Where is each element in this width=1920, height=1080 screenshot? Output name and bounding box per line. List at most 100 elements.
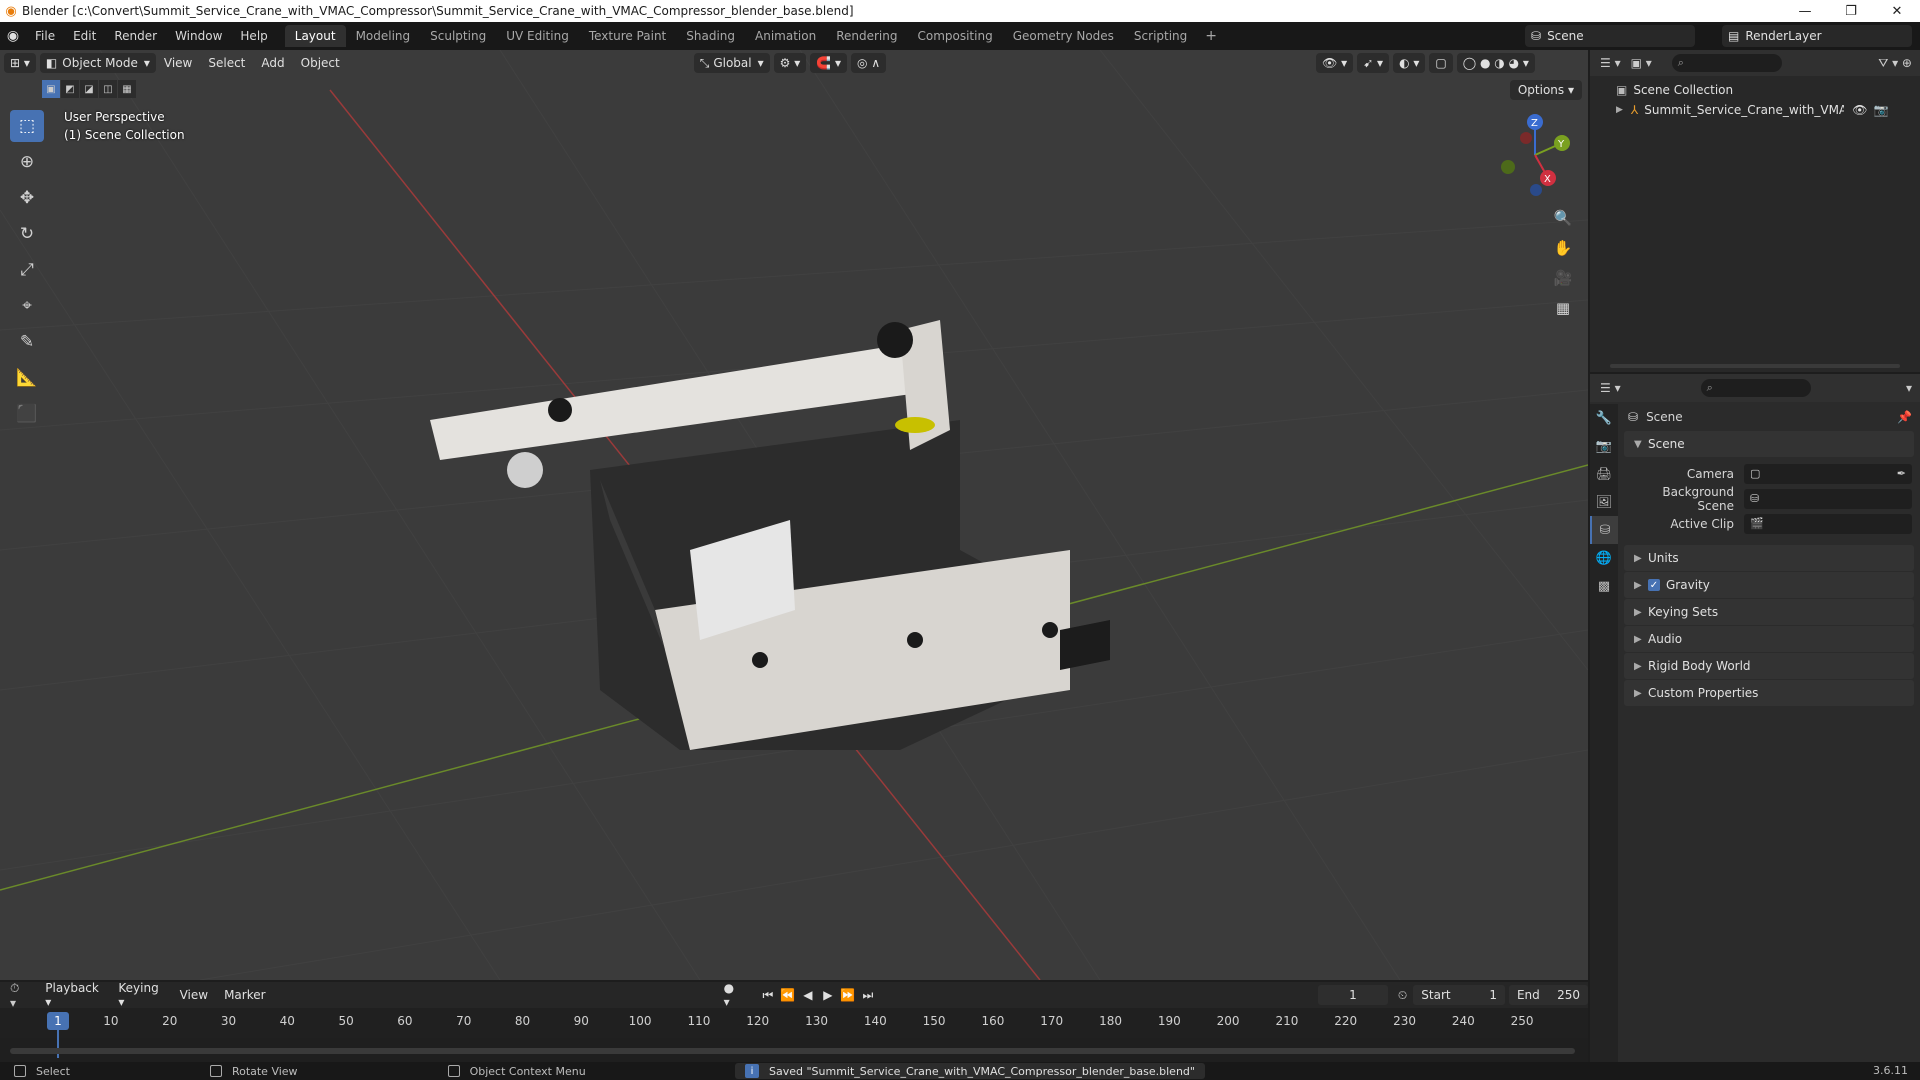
visibility-button[interactable]: 👁 ▾ [1316,53,1354,73]
gizmo-toggle-button[interactable]: ➹ ▾ [1357,53,1390,73]
overlay-toggle-button[interactable]: ◐ ▾ [1393,53,1426,73]
minimize-icon[interactable]: — [1782,0,1828,22]
options-button[interactable]: Options ▾ [1509,80,1582,100]
outliner-search-input[interactable]: ⌕ [1671,54,1782,72]
proportional-edit-button[interactable]: ◎ ∧ [851,53,887,73]
play-icon[interactable]: ▶ [818,988,838,1003]
keying-sets-panel-header[interactable]: ▶ Keying Sets [1624,599,1914,625]
move-tool-icon[interactable]: ✥ [10,182,44,214]
jump-start-icon[interactable]: ⏮ [758,988,778,1003]
tab-layout[interactable]: Layout [284,25,346,47]
eyedropper-icon[interactable]: ✒ [1897,467,1912,480]
select-invert-icon[interactable]: ◫ [99,80,117,98]
audio-panel-header[interactable]: ▶ Audio [1624,626,1914,652]
end-frame-field[interactable]: End 250 [1508,985,1589,1005]
tab-modeling[interactable]: Modeling [346,25,421,47]
viewport-menu-add[interactable]: Add [253,56,292,70]
properties-editor-type-icon[interactable]: ☰ ▾ [1590,381,1631,395]
navigation-gizmo[interactable]: Z Y X [1490,110,1580,200]
menu-window[interactable]: Window [166,22,231,50]
pivot-point-button[interactable]: ⚙ ▾ [773,53,807,73]
maximize-icon[interactable]: ❐ [1828,0,1874,22]
units-panel-header[interactable]: ▶ Units [1624,545,1914,571]
timeline-ruler[interactable]: 1 10 20 30 40 50 60 70 80 90 100 110 120 130 140 150 16… [0,1008,1588,1058]
filter-icon[interactable]: ⛛ ▾ ⊕ [1878,56,1920,71]
transform-tool-icon[interactable]: ⌖ [10,290,44,322]
texture-tab-icon[interactable]: ▩ [1590,572,1618,600]
preview-range-icon[interactable]: ⏲ [1398,988,1407,1003]
outliner-editor-type-icon[interactable]: ☰ ▾ [1590,56,1631,70]
camera-field[interactable]: ▢ ✒ [1744,463,1912,484]
camera-view-icon[interactable]: 🎥 [1550,265,1576,291]
menu-file[interactable]: File [26,22,64,50]
prev-keyframe-icon[interactable]: ⏪ [778,988,798,1003]
next-keyframe-icon[interactable]: ⏩ [838,988,858,1003]
add-workspace-icon[interactable]: + [1197,28,1225,44]
select-intersect-icon[interactable]: ▦ [118,80,136,98]
tab-geometry-nodes[interactable]: Geometry Nodes [1003,25,1124,47]
render-tab-icon[interactable]: 📷 [1590,432,1618,460]
timeline-menu-view[interactable]: View [172,988,216,1002]
properties-search-input[interactable]: ⌕ [1700,379,1811,397]
transform-orientation-selector[interactable]: ⤡ Global ▾ [693,53,770,73]
shading-modes[interactable]: ◯ ● ◑ ◕ ▾ [1456,53,1535,73]
zoom-icon[interactable]: 🔍 [1550,205,1576,231]
start-frame-field[interactable]: Start 1 [1413,985,1505,1005]
pin-icon[interactable]: 📌 [1897,410,1918,424]
tab-sculpting[interactable]: Sculpting [420,25,496,47]
snap-button[interactable]: 🧲 ▾ [810,53,848,73]
menu-render[interactable]: Render [105,22,166,50]
outliner-root-row[interactable]: ▣ Scene Collection [1590,80,1920,100]
background-scene-field[interactable]: ⛁ [1744,488,1912,509]
eye-icon[interactable]: 👁 [1852,103,1867,117]
tab-scripting[interactable]: Scripting [1124,25,1197,47]
scene-selector[interactable]: ⛁ Scene [1525,25,1695,47]
chevron-down-icon[interactable]: ▾ [1906,381,1920,395]
tab-compositing[interactable]: Compositing [907,25,1002,47]
select-box-tool-icon[interactable]: ⬚ [10,110,44,142]
viewport-menu-object[interactable]: Object [293,56,348,70]
gravity-checkbox[interactable]: ✓ [1648,579,1660,591]
measure-tool-icon[interactable]: 📐 [10,362,44,394]
scene-panel-header[interactable]: ▼ Scene [1624,431,1914,457]
timeline-scrollbar[interactable] [10,1048,1575,1054]
viewport-menu-view[interactable]: View [156,56,200,70]
menu-edit[interactable]: Edit [64,22,105,50]
world-tab-icon[interactable]: 🌐 [1590,544,1618,572]
tool-tab-icon[interactable]: 🔧 [1590,404,1618,432]
viewport-menu-select[interactable]: Select [200,56,253,70]
tab-texture-paint[interactable]: Texture Paint [579,25,676,47]
gravity-panel-header[interactable]: ▶ ✓ Gravity [1624,572,1914,598]
timeline-editor-type-icon[interactable]: ⏱ ▾ [0,981,37,1010]
editor-type-button[interactable]: ⊞ ▾ [4,53,36,73]
blender-menu-icon[interactable]: ◉ [0,22,26,50]
tab-rendering[interactable]: Rendering [826,25,907,47]
active-clip-field[interactable]: 🎬 [1744,513,1912,534]
xray-button[interactable]: ▢ [1429,53,1453,73]
outliner-item-row[interactable]: ▶ ⅄ Summit_Service_Crane_with_VMAC_Cor 👁… [1590,100,1920,120]
tab-uv-editing[interactable]: UV Editing [496,25,579,47]
close-icon[interactable]: ✕ [1874,0,1920,22]
jump-end-icon[interactable]: ⏭ [858,988,878,1003]
output-tab-icon[interactable]: 🖨 [1590,460,1618,488]
current-frame-field[interactable]: 1 [1317,985,1388,1005]
view-layer-selector[interactable]: ▤ RenderLayer [1722,25,1912,47]
custom-properties-panel-header[interactable]: ▶ Custom Properties [1624,680,1914,706]
tab-shading[interactable]: Shading [676,25,745,47]
select-extend-icon[interactable]: ◩ [61,80,79,98]
orthographic-grid-icon[interactable]: ▦ [1550,295,1576,321]
record-icon[interactable]: ● ▾ [724,981,742,1009]
tab-animation[interactable]: Animation [745,25,826,47]
rigid-body-world-panel-header[interactable]: ▶ Rigid Body World [1624,653,1914,679]
3d-viewport[interactable]: ⊞ ▾ ◧ Object Mode ▾ View Select Add Obje… [0,50,1588,980]
playhead-frame[interactable]: 1 [47,1012,69,1030]
add-cube-tool-icon[interactable]: ⬛ [10,398,44,430]
outliner-scrollbar[interactable] [1610,364,1900,368]
display-mode-icon[interactable]: ▣ ▾ [1631,56,1652,70]
cursor-tool-icon[interactable]: ⊕ [10,146,44,178]
select-subtract-icon[interactable]: ◪ [80,80,98,98]
select-new-icon[interactable]: ▣ [42,80,60,98]
timeline-menu-marker[interactable]: Marker [216,988,273,1002]
scene-tab-icon[interactable]: ⛁ [1590,516,1618,544]
view-layer-tab-icon[interactable]: 🖼 [1590,488,1618,516]
